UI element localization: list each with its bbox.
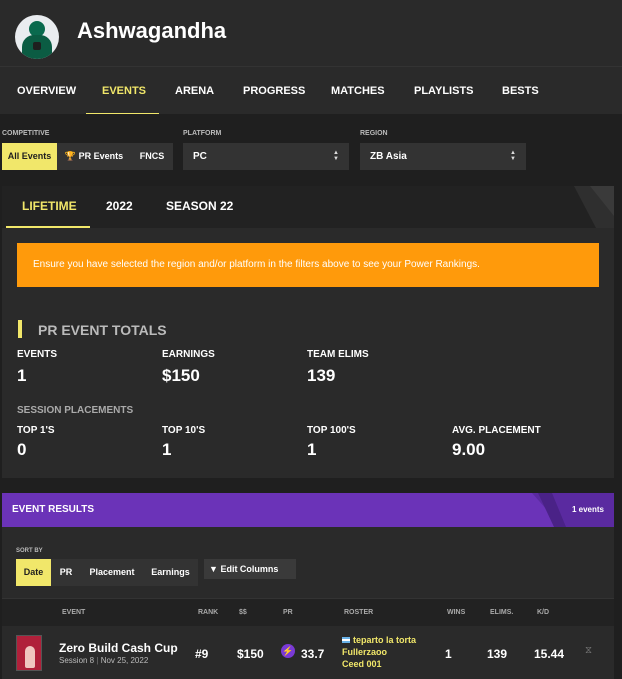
sort-by-label: SORT BY (16, 548, 43, 554)
earnings-label: EARNINGS (162, 349, 215, 360)
avatar[interactable] (15, 15, 59, 59)
trophy-icon: 🏆 (64, 151, 77, 161)
roster-player-1-name: teparto la torta (353, 635, 417, 645)
event-rank: #9 (195, 647, 209, 661)
filter-fncs[interactable]: FNCS (131, 143, 173, 170)
avg-placement-value: 9.00 (452, 440, 486, 459)
main-nav: OVERVIEW EVENTS ARENA PROGRESS MATCHES P… (0, 66, 622, 115)
tab-bests[interactable]: BESTS (502, 67, 539, 115)
sort-earnings-button[interactable]: Earnings (143, 559, 198, 586)
col-kd[interactable]: K/D (537, 609, 549, 616)
team-elims-value: 139 (307, 366, 336, 385)
edit-columns-label: Edit Columns (220, 564, 279, 574)
col-rank[interactable]: RANK (198, 609, 218, 616)
event-results-header: EVENT RESULTS 1 events (2, 493, 614, 527)
event-results-title: EVENT RESULTS (12, 504, 95, 515)
select-arrows-icon: ▲ ▼ (333, 150, 339, 162)
col-elims[interactable]: ELIMS. (490, 609, 513, 616)
sort-pr-button[interactable]: PR (51, 559, 81, 586)
profile-header: Ashwagandha (0, 0, 622, 66)
event-date: Nov 25, 2022 (100, 656, 149, 665)
region-value: ZB Asia (370, 151, 407, 162)
session-placements-label: SESSION PLACEMENTS (17, 405, 134, 416)
top10-value: 1 (162, 440, 172, 459)
top10-label: TOP 10'S (162, 425, 206, 436)
earnings-value: $150 (162, 366, 200, 385)
event-count: 1 events (571, 505, 604, 514)
col-pr[interactable]: PR (283, 609, 293, 616)
region-label: REGION (360, 130, 388, 137)
col-event[interactable]: EVENT (62, 609, 85, 616)
corner-decoration (574, 186, 614, 228)
region-select[interactable]: ZB Asia ▲ ▼ (360, 143, 526, 170)
tab-season-22[interactable]: SEASON 22 (166, 186, 233, 228)
col-wins[interactable]: WINS (447, 609, 465, 616)
top100-label: TOP 100'S (307, 425, 356, 436)
events-label: EVENTS (17, 349, 58, 360)
tab-2022[interactable]: 2022 (106, 186, 133, 228)
competitive-label: COMPETITIVE (2, 130, 50, 137)
col-money[interactable]: $$ (239, 609, 247, 616)
roster-player-3[interactable]: Ceed 001 (342, 659, 382, 669)
lightning-icon: ⚡ (281, 644, 295, 658)
select-arrows-icon: ▲ ▼ (510, 150, 516, 162)
filter-all-events[interactable]: All Events (2, 143, 57, 170)
event-wins: 1 (445, 647, 452, 661)
filter-icon: ▼ (209, 564, 218, 574)
events-value: 1 (17, 366, 27, 385)
filter-pr-events[interactable]: 🏆 PR Events (57, 143, 131, 170)
platform-label: PLATFORM (183, 130, 222, 137)
tab-matches[interactable]: MATCHES (331, 67, 385, 115)
platform-select[interactable]: PC ▲ ▼ (183, 143, 349, 170)
avatar-emblem-shape (33, 42, 41, 50)
tab-arena[interactable]: ARENA (175, 67, 214, 115)
tab-progress[interactable]: PROGRESS (243, 67, 305, 115)
edit-columns-button[interactable]: ▼ Edit Columns (204, 559, 296, 579)
event-elims: 139 (487, 647, 508, 661)
roster-player-2[interactable]: Fullerzaoo (342, 647, 387, 657)
filters-bar: COMPETITIVE All Events 🏆 PR Events FNCS … (0, 114, 622, 182)
table-row[interactable]: Zero Build Cash Cup Session 8 | Nov 25, … (2, 627, 614, 679)
roster-player-1[interactable]: teparto la torta (342, 635, 416, 645)
flag-icon (342, 637, 350, 643)
event-kd: 15.44 (534, 647, 565, 661)
section-title: PR EVENT TOTALS (38, 322, 167, 338)
team-elims-label: TEAM ELIMS (307, 349, 369, 360)
power-rankings-banner: Ensure you have selected the region and/… (17, 243, 599, 287)
avg-placement-label: AVG. PLACEMENT (452, 425, 541, 436)
tab-overview[interactable]: OVERVIEW (17, 67, 76, 115)
event-meta: Session 8 | Nov 25, 2022 (59, 656, 149, 665)
table-header: EVENT RANK $$ PR ROSTER WINS ELIMS. K/D (2, 598, 614, 626)
tab-playlists[interactable]: PLAYLISTS (414, 67, 474, 115)
pin-icon[interactable]: ⧖ (585, 645, 592, 656)
username: Ashwagandha (77, 18, 227, 43)
event-money: $150 (237, 647, 264, 661)
pr-totals-card: LIFETIME 2022 SEASON 22 Ensure you have … (2, 186, 614, 478)
event-thumbnail (16, 635, 42, 671)
thumbnail-figure-shape (25, 646, 35, 668)
active-season-indicator (6, 226, 90, 228)
tab-lifetime[interactable]: LIFETIME (22, 186, 77, 228)
sort-placement-button[interactable]: Placement (81, 559, 143, 586)
top1-label: TOP 1'S (17, 425, 55, 436)
section-accent-bar (18, 320, 22, 338)
event-name[interactable]: Zero Build Cash Cup (59, 641, 178, 655)
event-results-card: EVENT RESULTS 1 events SORT BY Date PR P… (2, 493, 614, 679)
platform-value: PC (193, 151, 207, 162)
sort-date-button[interactable]: Date (16, 559, 51, 586)
filter-pr-events-label: PR Events (78, 151, 124, 161)
top1-value: 0 (17, 440, 27, 459)
season-tabs: LIFETIME 2022 SEASON 22 (2, 186, 614, 228)
top100-value: 1 (307, 440, 317, 459)
event-session: Session 8 (59, 656, 95, 665)
col-roster[interactable]: ROSTER (344, 609, 373, 616)
event-pr: 33.7 (301, 647, 325, 661)
tab-events[interactable]: EVENTS (102, 67, 146, 115)
